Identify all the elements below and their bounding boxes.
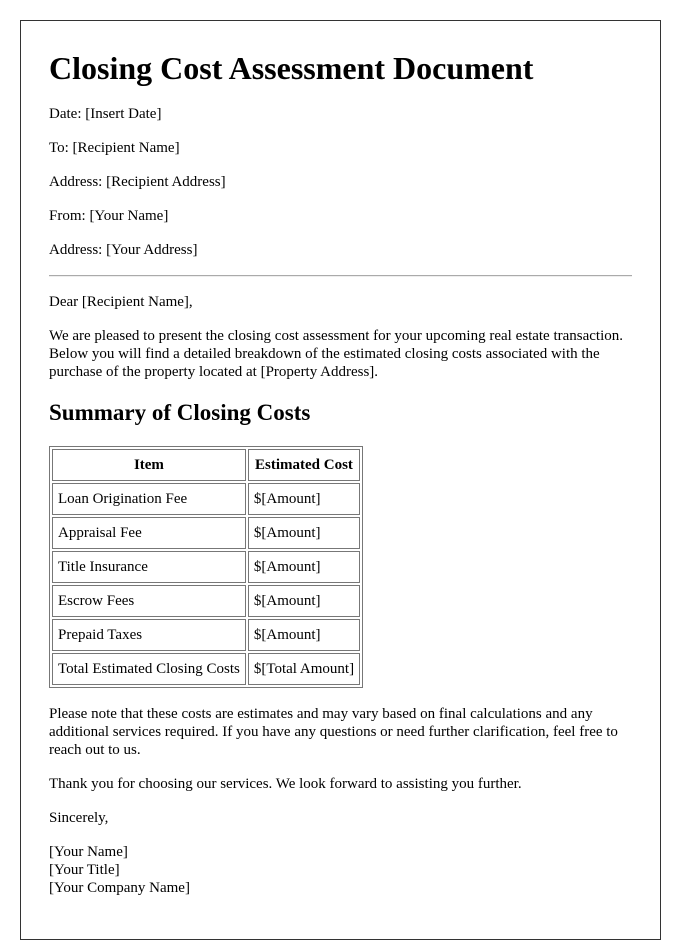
- field-label: Address:: [49, 242, 103, 258]
- table-total-row: Total Estimated Closing Costs $[Total Am…: [52, 653, 361, 685]
- table-header-row: Item Estimated Cost: [52, 449, 361, 481]
- field-value: [Your Address]: [106, 242, 198, 258]
- total-cost-cell: $[Total Amount]: [247, 653, 361, 685]
- header-fields: Date: [Insert Date] To: [Recipient Name]…: [49, 105, 632, 259]
- table-row: Loan Origination Fee $[Amount]: [52, 483, 361, 515]
- field-value: [Insert Date]: [85, 106, 162, 122]
- signature-title: [Your Title]: [49, 862, 120, 878]
- document-page: Closing Cost Assessment Document Date: […: [20, 20, 661, 940]
- to-field: To: [Recipient Name]: [49, 139, 632, 157]
- cost-cell: $[Amount]: [247, 551, 361, 583]
- intro-paragraph: We are pleased to present the closing co…: [49, 328, 624, 380]
- recipient-address-field: Address: [Recipient Address]: [49, 173, 632, 191]
- salutation: Dear [Recipient Name],: [49, 294, 193, 310]
- total-label-cell: Total Estimated Closing Costs: [52, 653, 246, 685]
- closing-costs-table: Item Estimated Cost Loan Origination Fee…: [49, 446, 364, 688]
- table-row: Prepaid Taxes $[Amount]: [52, 619, 361, 651]
- item-cell: Escrow Fees: [52, 585, 246, 617]
- signature-name: [Your Name]: [49, 844, 128, 860]
- field-label: Date:: [49, 106, 82, 122]
- field-label: Address:: [49, 174, 103, 190]
- table-row: Title Insurance $[Amount]: [52, 551, 361, 583]
- thanks-paragraph: Thank you for choosing our services. We …: [49, 776, 522, 792]
- sender-address-field: Address: [Your Address]: [49, 241, 632, 259]
- date-field: Date: [Insert Date]: [49, 105, 632, 123]
- field-label: To:: [49, 140, 69, 156]
- item-cell: Prepaid Taxes: [52, 619, 246, 651]
- cost-cell: $[Amount]: [247, 517, 361, 549]
- signature-company: [Your Company Name]: [49, 880, 190, 896]
- field-value: [Your Name]: [89, 208, 169, 224]
- cost-cell: $[Amount]: [247, 585, 361, 617]
- item-cell: Appraisal Fee: [52, 517, 246, 549]
- table-row: Escrow Fees $[Amount]: [52, 585, 361, 617]
- field-value: [Recipient Address]: [106, 174, 226, 190]
- from-field: From: [Your Name]: [49, 207, 632, 225]
- field-label: From:: [49, 208, 86, 224]
- signature-block: [Your Name] [Your Title] [Your Company N…: [49, 843, 632, 897]
- cost-cell: $[Amount]: [247, 619, 361, 651]
- divider: [49, 275, 632, 277]
- closing-line: Sincerely,: [49, 810, 109, 826]
- column-header-estimated-cost: Estimated Cost: [247, 449, 361, 481]
- item-cell: Title Insurance: [52, 551, 246, 583]
- field-value: [Recipient Name]: [72, 140, 180, 156]
- column-header-item: Item: [52, 449, 246, 481]
- summary-heading: Summary of Closing Costs: [49, 400, 311, 425]
- table-row: Appraisal Fee $[Amount]: [52, 517, 361, 549]
- document-title: Closing Cost Assessment Document: [49, 50, 534, 86]
- item-cell: Loan Origination Fee: [52, 483, 246, 515]
- note-paragraph: Please note that these costs are estimat…: [49, 706, 618, 758]
- cost-cell: $[Amount]: [247, 483, 361, 515]
